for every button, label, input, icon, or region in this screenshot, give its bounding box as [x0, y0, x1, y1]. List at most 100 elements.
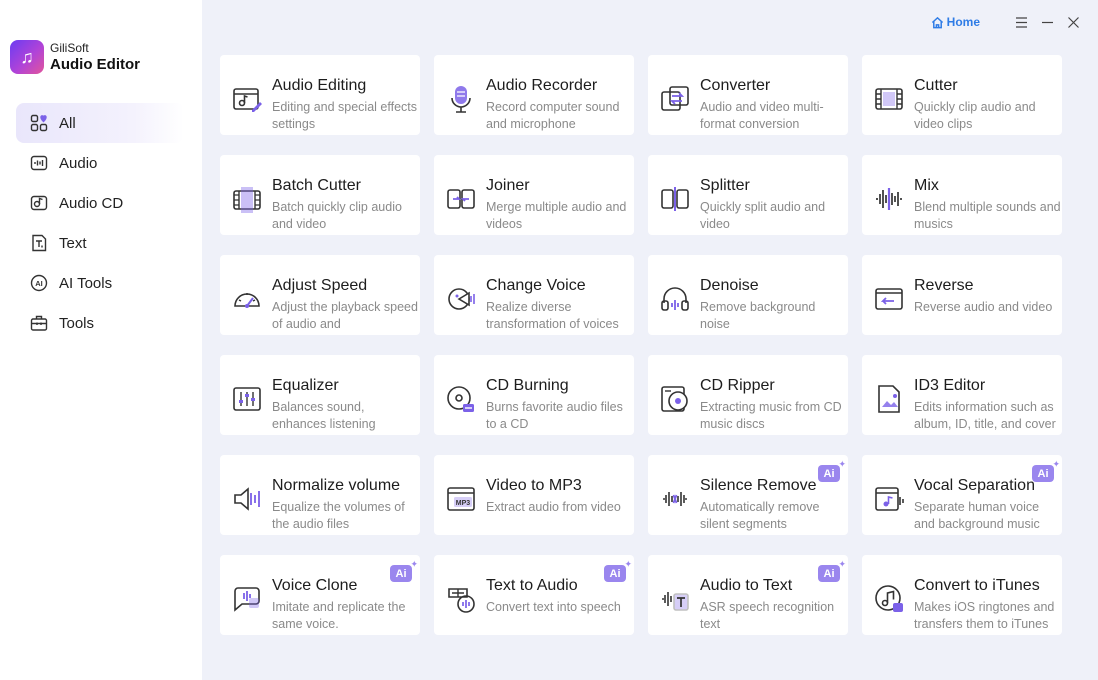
tool-title: Reverse: [914, 277, 974, 294]
tool-description: Imitate and replicate the same voice.: [272, 600, 406, 631]
tool-title: Mix: [914, 177, 939, 194]
silence-icon: [658, 482, 692, 516]
tool-title: Batch Cutter: [272, 177, 361, 194]
joiner-icon: [444, 182, 478, 216]
tool-card-vocal-separation[interactable]: Vocal Separation Separate human voice and…: [862, 455, 1062, 535]
tool-card-audio-recorder[interactable]: Audio Recorder Record computer sound and …: [434, 55, 634, 135]
close-icon: [1067, 16, 1079, 28]
sidebar-item-audio-cd[interactable]: Audio CD: [16, 183, 184, 223]
tool-card-batch-cutter[interactable]: Batch Cutter Batch quickly clip audio and…: [220, 155, 420, 235]
tool-description: Quickly split audio and video: [700, 200, 826, 231]
tool-card-splitter[interactable]: Splitter Quickly split audio and video: [648, 155, 848, 235]
sidebar-item-label: All: [59, 114, 76, 132]
voice-clone-icon: [230, 582, 264, 616]
tool-description: Quickly clip audio and video clips: [914, 100, 1036, 131]
tool-title: Adjust Speed: [272, 277, 368, 294]
tool-card-equalizer[interactable]: Equalizer Balances sound, enhances listen…: [220, 355, 420, 435]
brand: ♫ GiliSoft Audio Editor: [10, 40, 140, 74]
sidebar-item-tools[interactable]: Tools: [16, 303, 184, 343]
tool-title: Splitter: [700, 177, 750, 194]
tool-description: Separate human voice and background musi…: [914, 500, 1040, 531]
tool-description: Remove background noise: [700, 300, 816, 331]
app-window: ♫ GiliSoft Audio Editor All Audio Audio …: [0, 0, 1098, 680]
minimize-button[interactable]: [1034, 10, 1060, 34]
ai-icon: AI: [29, 273, 49, 293]
sidebar-item-label: Text: [59, 234, 87, 252]
tool-title: Audio Editing: [272, 77, 367, 94]
text-to-audio-icon: [444, 582, 478, 616]
tool-card-cutter[interactable]: Cutter Quickly clip audio and video clips: [862, 55, 1062, 135]
ai-badge: Ai ✦: [818, 459, 846, 482]
sidebar-item-audio[interactable]: Audio: [16, 143, 184, 183]
splitter-icon: [658, 182, 692, 216]
tool-card-normalize-volume[interactable]: Normalize volume Equalize the volumes of …: [220, 455, 420, 535]
tool-card-convert-to-itunes[interactable]: Convert to iTunes Makes iOS ringtones and…: [862, 555, 1062, 635]
tool-card-reverse[interactable]: Reverse Reverse audio and video: [862, 255, 1062, 335]
tool-title: ID3 Editor: [914, 377, 986, 394]
tool-card-converter[interactable]: Converter Audio and video multi-format co…: [648, 55, 848, 135]
ai-badge-label: Ai: [823, 467, 835, 480]
tool-description: Adjust the playback speed of audio and: [272, 300, 418, 331]
home-icon: [931, 16, 943, 28]
tool-description: Makes iOS ringtones and transfers them t…: [914, 600, 1055, 631]
tool-card-audio-to-text[interactable]: Audio to Text ASR speech recognition text…: [648, 555, 848, 635]
ai-badge-label: Ai: [609, 567, 621, 580]
sidebar-item-label: Audio CD: [59, 194, 124, 212]
cd-burn-icon: [444, 382, 478, 416]
tool-card-voice-clone[interactable]: Voice Clone Imitate and replicate the sam…: [220, 555, 420, 635]
ai-badge: Ai ✦: [604, 559, 632, 582]
tool-description: Extracting music from CD music discs: [700, 400, 842, 431]
tool-card-id3-editor[interactable]: ID3 Editor Edits information such as albu…: [862, 355, 1062, 435]
tool-card-change-voice[interactable]: Change Voice Realize diverse transformati…: [434, 255, 634, 335]
ai-badge: Ai ✦: [1032, 459, 1060, 482]
tool-card-adjust-speed[interactable]: Adjust Speed Adjust the playback speed of…: [220, 255, 420, 335]
tool-grid: Audio Editing Editing and special effects…: [220, 55, 1062, 635]
tool-title: Audio Recorder: [486, 77, 598, 94]
sidebar-item-all[interactable]: All: [16, 103, 184, 143]
category-nav: All Audio Audio CD Text AI AI Tools Tool…: [16, 103, 184, 343]
ai-badge-label: Ai: [823, 567, 835, 580]
tool-card-silence-remove[interactable]: Silence Remove Automatically remove silen…: [648, 455, 848, 535]
tool-description: Record computer sound and microphone: [486, 100, 620, 131]
tool-description: Balances sound, enhances listening: [272, 400, 376, 431]
hamburger-icon: [1015, 16, 1027, 28]
tool-card-video-to-mp3[interactable]: MP3 Video to MP3 Extract audio from video: [434, 455, 634, 535]
text-icon: [29, 233, 49, 253]
tool-card-text-to-audio[interactable]: Text to Audio Convert text into speech Ai ✦: [434, 555, 634, 635]
tool-card-cd-burning[interactable]: CD Burning Burns favorite audio files to …: [434, 355, 634, 435]
home-label: Home: [946, 15, 980, 29]
audio-to-text-icon: [658, 582, 692, 616]
tool-title: Audio to Text: [700, 577, 793, 594]
batch-cut-icon: [230, 182, 264, 216]
home-link[interactable]: Home: [931, 15, 980, 29]
sidebar-item-text[interactable]: Text: [16, 223, 184, 263]
menu-button[interactable]: [1008, 10, 1034, 34]
tool-title: Voice Clone: [272, 577, 358, 594]
tool-description: Automatically remove silent segments: [700, 500, 820, 531]
tool-card-joiner[interactable]: Joiner Merge multiple audio and videos: [434, 155, 634, 235]
tool-description: Edits information such as album, ID, tit…: [914, 400, 1056, 431]
tool-card-mix[interactable]: Mix Blend multiple sounds and musics: [862, 155, 1062, 235]
close-button[interactable]: [1060, 10, 1086, 34]
id3-icon: [872, 382, 906, 416]
svg-text:AI: AI: [35, 279, 43, 288]
tool-card-audio-editing[interactable]: Audio Editing Editing and special effects…: [220, 55, 420, 135]
minimize-icon: [1041, 21, 1053, 23]
tool-title: Cutter: [914, 77, 958, 94]
tool-title: Vocal Separation: [914, 477, 1035, 494]
microphone-icon: [444, 82, 478, 116]
tool-title: Video to MP3: [486, 477, 582, 494]
tool-card-denoise[interactable]: Denoise Remove background noise: [648, 255, 848, 335]
sidebar-item-ai-tools[interactable]: AI AI Tools: [16, 263, 184, 303]
tool-card-cd-ripper[interactable]: CD Ripper Extracting music from CD music …: [648, 355, 848, 435]
sidebar-item-label: Audio: [59, 154, 98, 172]
tool-title: Change Voice: [486, 277, 586, 294]
cd-icon: [29, 193, 49, 213]
tool-title: Joiner: [486, 177, 530, 194]
tool-title: Silence Remove: [700, 477, 817, 494]
tool-description: ASR speech recognition text: [700, 600, 835, 631]
svg-text:MP3: MP3: [456, 500, 471, 507]
sidebar-item-label: AI Tools: [59, 274, 113, 292]
ai-badge-label: Ai: [395, 567, 407, 580]
tool-description: Merge multiple audio and videos: [486, 200, 627, 231]
